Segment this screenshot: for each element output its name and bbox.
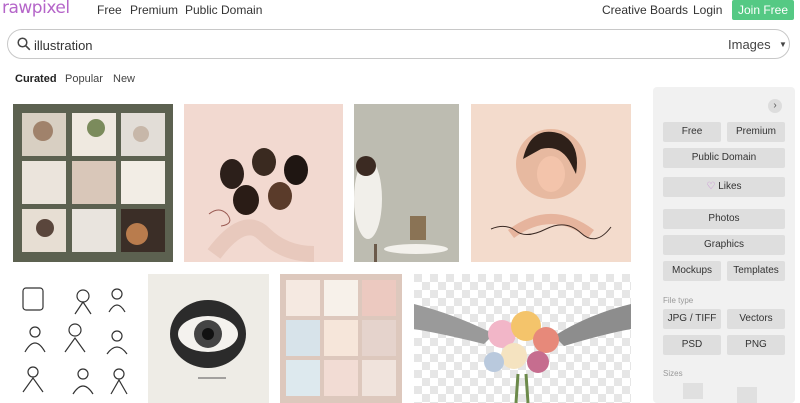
filter-free-button[interactable]: Free xyxy=(663,122,721,142)
filter-photos-button[interactable]: Photos xyxy=(663,209,785,229)
woman-love-image xyxy=(490,129,612,240)
chevron-right-icon[interactable]: › xyxy=(768,99,782,113)
tab-popular[interactable]: Popular xyxy=(65,73,103,85)
image-tile-lifestyle-collage[interactable] xyxy=(13,104,173,262)
filter-public-domain-button[interactable]: Public Domain xyxy=(663,148,785,168)
image-tile-woman-at-table[interactable] xyxy=(354,104,459,262)
collage-image xyxy=(22,113,165,252)
size-option-small[interactable] xyxy=(683,383,703,399)
filter-vectors-button[interactable]: Vectors xyxy=(727,309,785,329)
search-scope-select[interactable]: Images xyxy=(728,37,771,52)
nav-public-domain[interactable]: Public Domain xyxy=(185,3,262,17)
image-tile-quote-cards[interactable] xyxy=(280,274,402,403)
tab-new[interactable]: New xyxy=(113,73,135,85)
tab-curated[interactable]: Curated xyxy=(15,73,57,85)
search-input[interactable] xyxy=(34,36,674,54)
search-bar: Images ▼ xyxy=(7,29,790,59)
heart-icon: ♡ xyxy=(706,181,716,192)
sizes-label: Sizes xyxy=(663,369,683,378)
image-tile-woman-love[interactable] xyxy=(471,104,631,262)
woman-at-table-image xyxy=(354,104,459,262)
filter-graphics-button[interactable]: Graphics xyxy=(663,235,785,255)
filter-sidebar: › Free Premium Public Domain ♡ Likes Pho… xyxy=(653,87,795,403)
doodle-people-image xyxy=(22,287,128,395)
women-illustration-image xyxy=(207,148,315,262)
file-type-label: File type xyxy=(663,296,694,305)
image-tile-women-illustration[interactable] xyxy=(184,104,343,262)
logo[interactable]: rawpixel xyxy=(2,0,70,18)
filter-mockups-button[interactable]: Mockups xyxy=(663,261,721,281)
filter-premium-button[interactable]: Premium xyxy=(727,122,785,142)
filter-likes-button[interactable]: ♡ Likes xyxy=(663,177,785,197)
size-option-large[interactable] xyxy=(737,387,757,403)
quote-cards-image xyxy=(286,280,396,396)
likes-label: Likes xyxy=(718,181,742,192)
nav-free[interactable]: Free xyxy=(97,3,122,17)
hands-bouquet-image xyxy=(414,274,631,403)
chevron-down-icon[interactable]: ▼ xyxy=(779,40,787,49)
filter-psd-button[interactable]: PSD xyxy=(663,335,721,355)
image-tile-doodle-people[interactable] xyxy=(13,274,136,403)
image-tile-hands-bouquet[interactable] xyxy=(414,274,631,403)
filter-templates-button[interactable]: Templates xyxy=(727,261,785,281)
filter-png-button[interactable]: PNG xyxy=(727,335,785,355)
search-icon[interactable] xyxy=(17,37,31,56)
nav-premium[interactable]: Premium xyxy=(130,3,178,17)
join-free-button[interactable]: Join Free xyxy=(732,0,794,20)
filter-jpg-tiff-button[interactable]: JPG / TIFF xyxy=(663,309,721,329)
image-tile-eye-engraving[interactable] xyxy=(148,274,269,403)
nav-login[interactable]: Login xyxy=(693,3,722,17)
top-bar: rawpixel Free Premium Public Domain Crea… xyxy=(0,0,800,22)
eye-engraving-image xyxy=(170,300,246,379)
nav-creative-boards[interactable]: Creative Boards xyxy=(602,3,688,17)
